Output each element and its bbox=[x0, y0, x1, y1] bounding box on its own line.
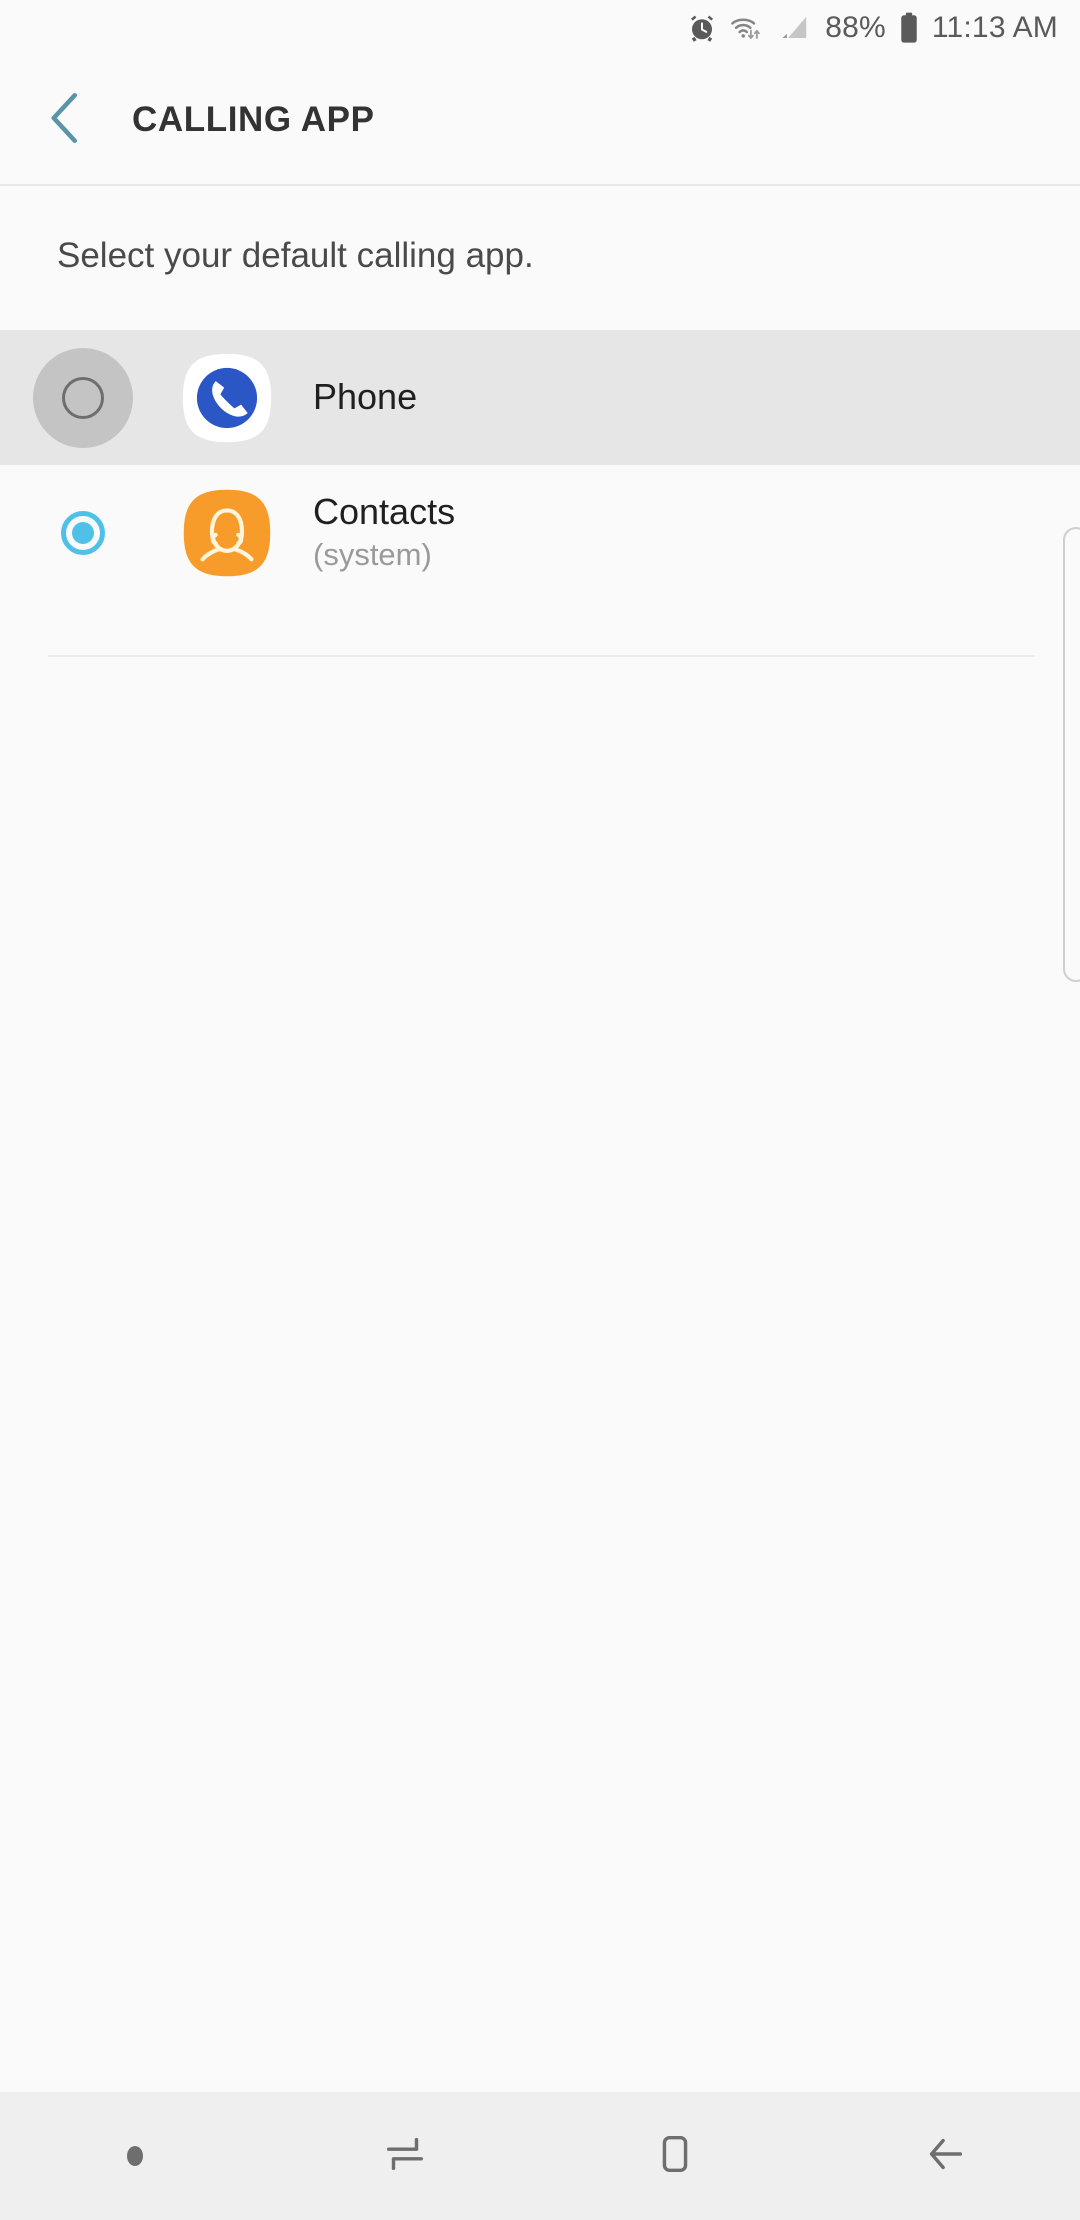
app-label-group: Phone bbox=[313, 376, 418, 418]
back-arrow-icon bbox=[922, 2131, 968, 2182]
radio-inner-dot bbox=[72, 521, 94, 544]
radio-unselected-icon bbox=[62, 376, 104, 419]
back-button[interactable] bbox=[18, 72, 114, 168]
wifi-icon bbox=[730, 13, 766, 43]
description-text: Select your default calling app. bbox=[57, 236, 534, 275]
header-divider bbox=[0, 184, 1080, 186]
home-icon bbox=[652, 2131, 698, 2182]
battery-full-icon bbox=[899, 12, 919, 44]
battery-percentage: 88% bbox=[825, 11, 886, 44]
cellular-signal-icon bbox=[779, 13, 811, 43]
nav-hide-button[interactable] bbox=[0, 2092, 270, 2220]
app-option-phone[interactable]: Phone bbox=[0, 330, 1080, 465]
phone-screen: 88% 11:13 AM CALLING APP Select your def… bbox=[0, 0, 1080, 2220]
radio-button-contacts[interactable] bbox=[33, 483, 133, 583]
page-title: CALLING APP bbox=[132, 100, 375, 139]
radio-selected-icon bbox=[61, 510, 105, 555]
calling-app-list: Phone Contacts (system) bbox=[0, 330, 1080, 600]
alarm-clock-icon bbox=[687, 13, 717, 43]
radio-button-phone[interactable] bbox=[33, 347, 133, 448]
app-option-contacts[interactable]: Contacts (system) bbox=[0, 465, 1080, 600]
status-bar-clock: 11:13 AM bbox=[931, 11, 1058, 44]
status-bar: 88% 11:13 AM bbox=[0, 0, 1080, 56]
back-chevron-icon bbox=[45, 90, 87, 151]
recents-button[interactable] bbox=[270, 2092, 540, 2220]
app-bar: CALLING APP bbox=[0, 56, 1080, 184]
app-subtitle: (system) bbox=[313, 537, 432, 573]
phone-app-icon bbox=[180, 351, 274, 445]
recents-icon bbox=[382, 2131, 428, 2182]
app-name: Phone bbox=[313, 376, 418, 418]
home-button[interactable] bbox=[540, 2092, 810, 2220]
contacts-app-icon bbox=[180, 486, 274, 580]
navigation-bar bbox=[0, 2092, 1080, 2220]
list-divider bbox=[48, 655, 1035, 657]
nav-hide-dot-icon bbox=[127, 2146, 143, 2166]
app-name: Contacts bbox=[313, 490, 456, 532]
back-button-nav[interactable] bbox=[810, 2092, 1080, 2220]
scrollbar[interactable] bbox=[1063, 527, 1080, 982]
app-label-group: Contacts (system) bbox=[313, 490, 456, 573]
